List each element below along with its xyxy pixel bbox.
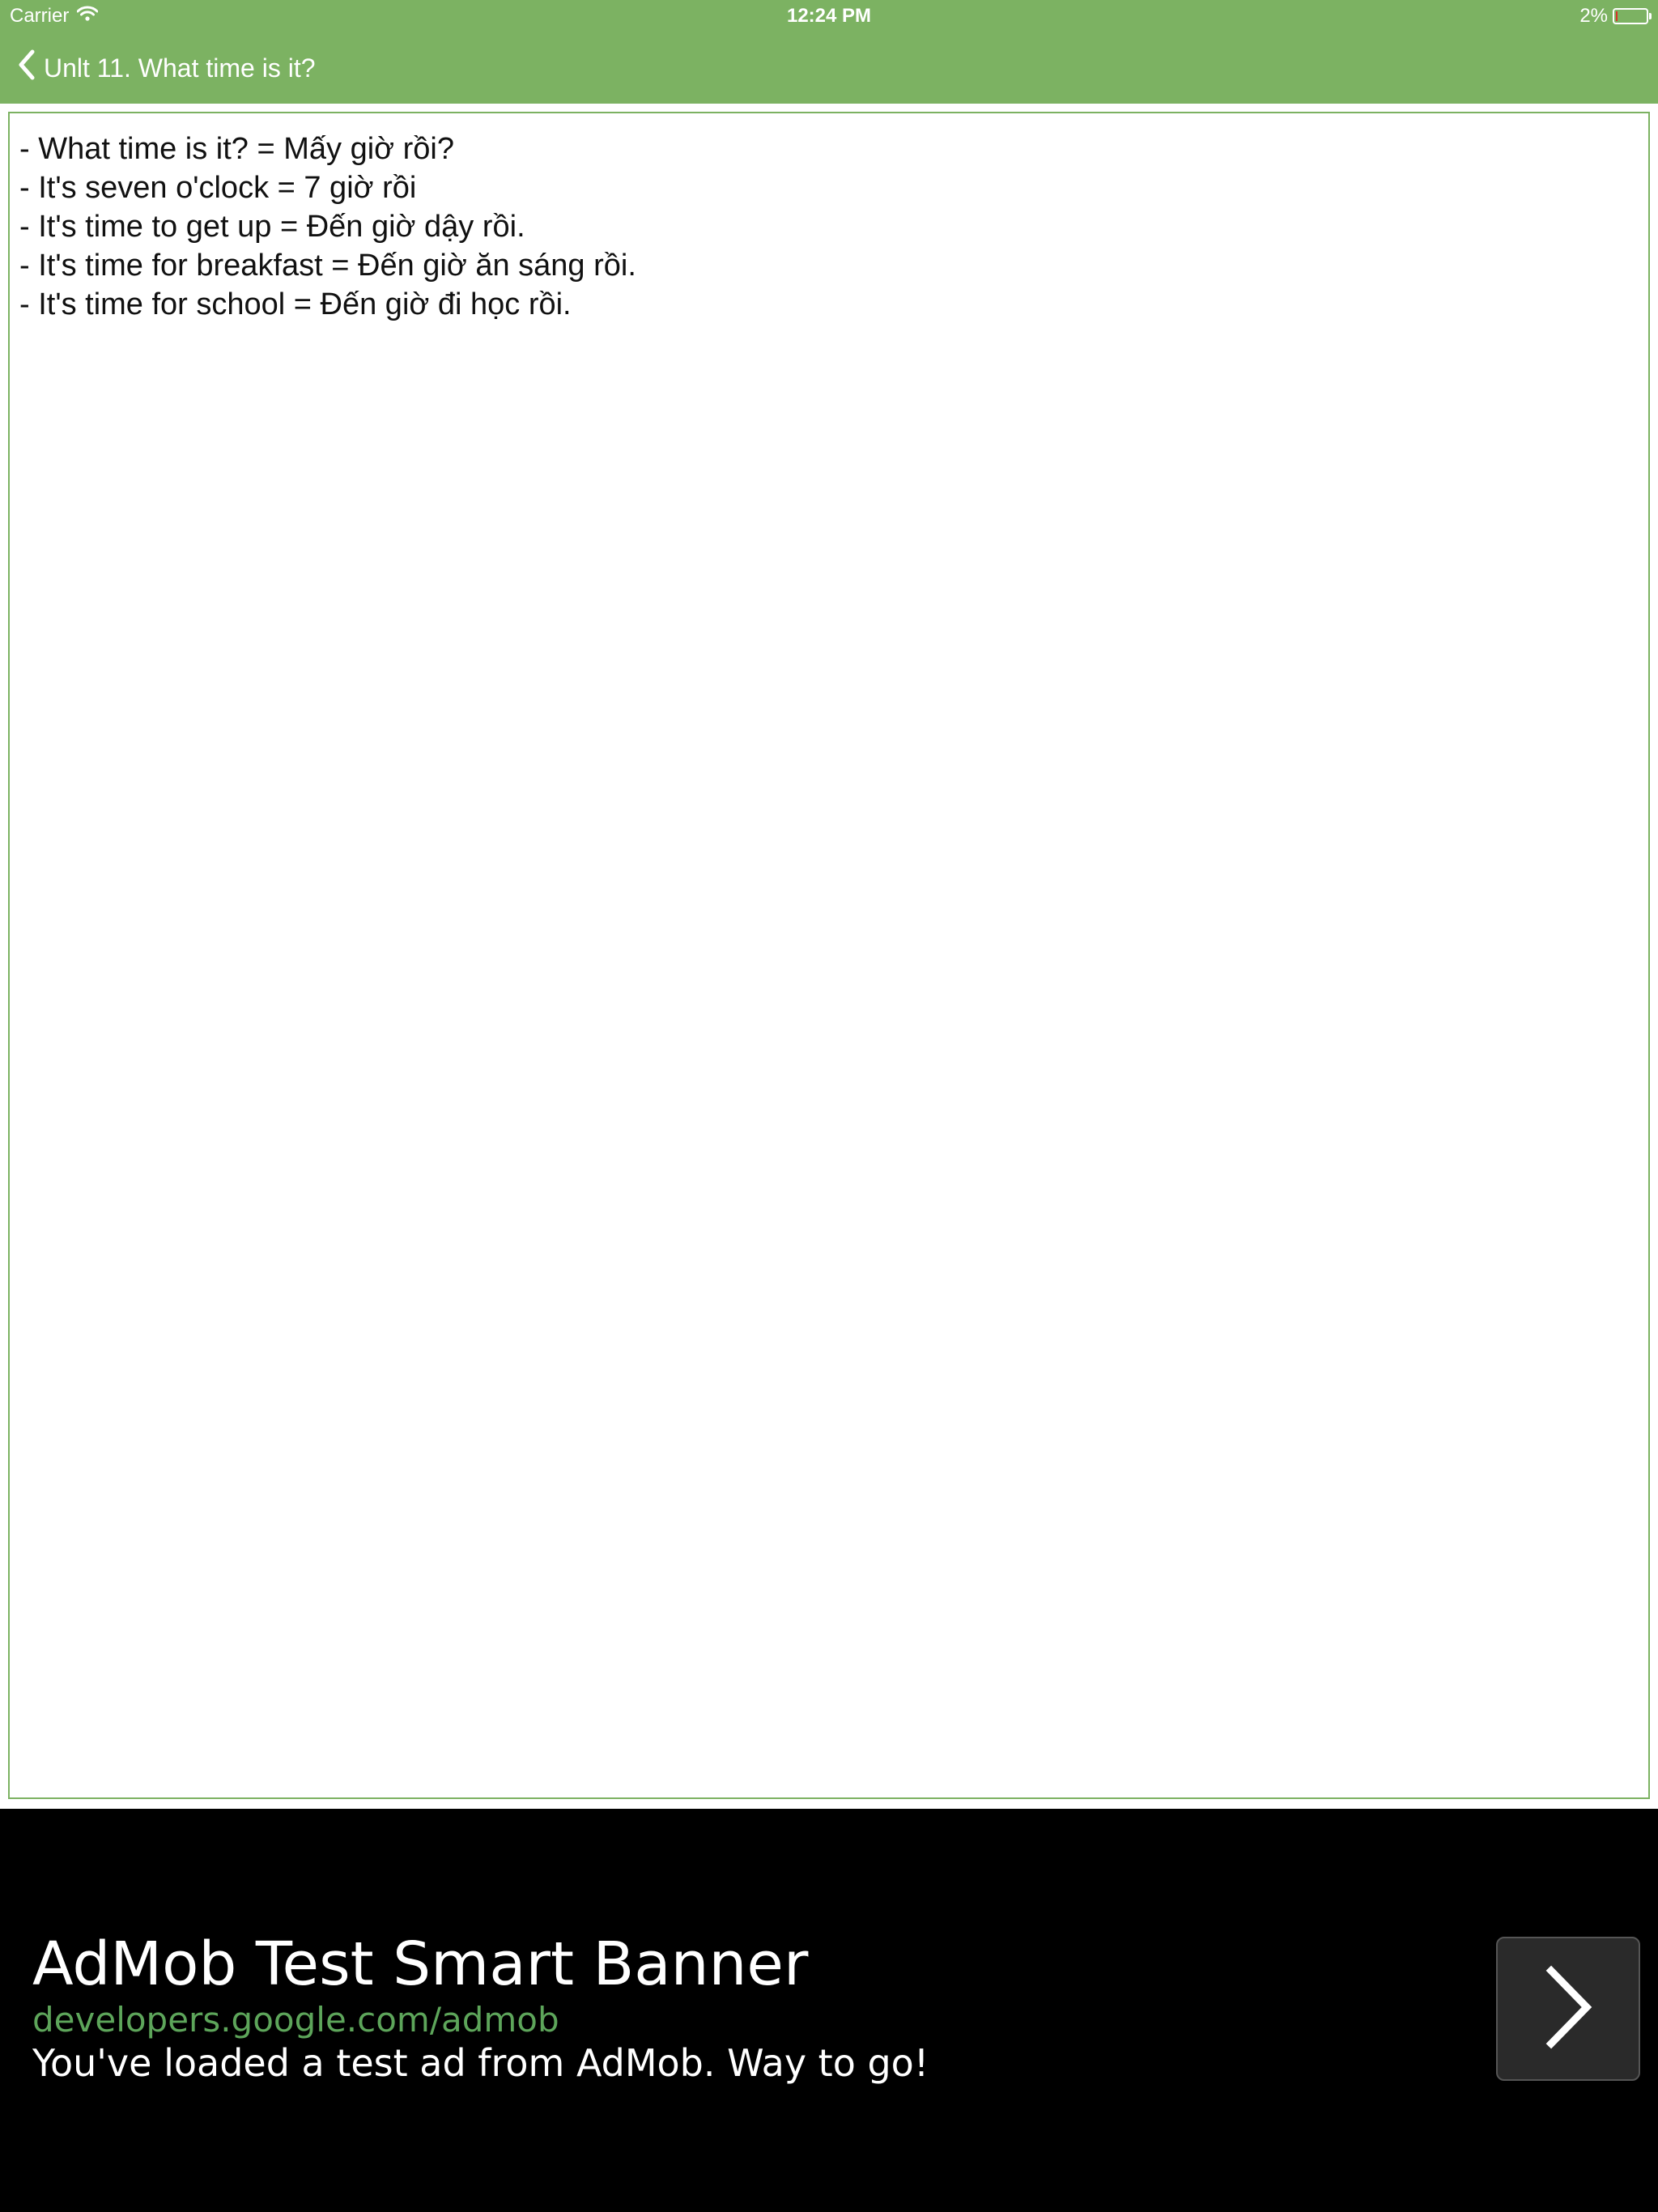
battery-icon	[1613, 8, 1652, 24]
lesson-line: - It's time to get up = Đến giờ dậy rồi.	[19, 210, 525, 244]
battery-level-fill	[1616, 11, 1618, 21]
app-header: Carrier 12:24 PM 2% Unlt 11. What time i…	[0, 0, 1658, 104]
page-title: Unlt 11. What time is it?	[44, 53, 316, 83]
chevron-right-icon	[1540, 1963, 1596, 2056]
ad-banner[interactable]: AdMob Test Smart Banner developers.googl…	[0, 1809, 1658, 2212]
ad-headline: AdMob Test Smart Banner	[32, 1929, 809, 1999]
back-button[interactable]: Unlt 11. What time is it?	[0, 49, 316, 87]
lesson-content[interactable]: - What time is it? = Mấy giờ rồi? - It's…	[8, 112, 1650, 1799]
lesson-line: - It's time for school = Đến giờ đi học …	[19, 287, 572, 321]
ad-url[interactable]: developers.google.com/admob	[32, 2000, 559, 2040]
lesson-line: - What time is it? = Mấy giờ rồi?	[19, 132, 455, 166]
ad-open-button[interactable]	[1496, 1937, 1640, 2081]
status-bar: Carrier 12:24 PM 2%	[0, 0, 1658, 32]
lesson-line: - It's seven o'clock = 7 giờ rồi	[19, 171, 417, 205]
ad-description: You've loaded a test ad from AdMob. Way …	[32, 2041, 929, 2085]
battery-indicator: 2%	[1579, 5, 1652, 28]
battery-percent: 2%	[1579, 5, 1608, 27]
lesson-line: - It's time for breakfast = Đến giờ ăn s…	[19, 249, 636, 283]
status-time: 12:24 PM	[786, 5, 872, 27]
lesson-lines: - What time is it? = Mấy giờ rồi? - It's…	[10, 113, 1648, 324]
navigation-bar: Unlt 11. What time is it?	[0, 36, 316, 100]
chevron-left-icon	[18, 49, 44, 87]
